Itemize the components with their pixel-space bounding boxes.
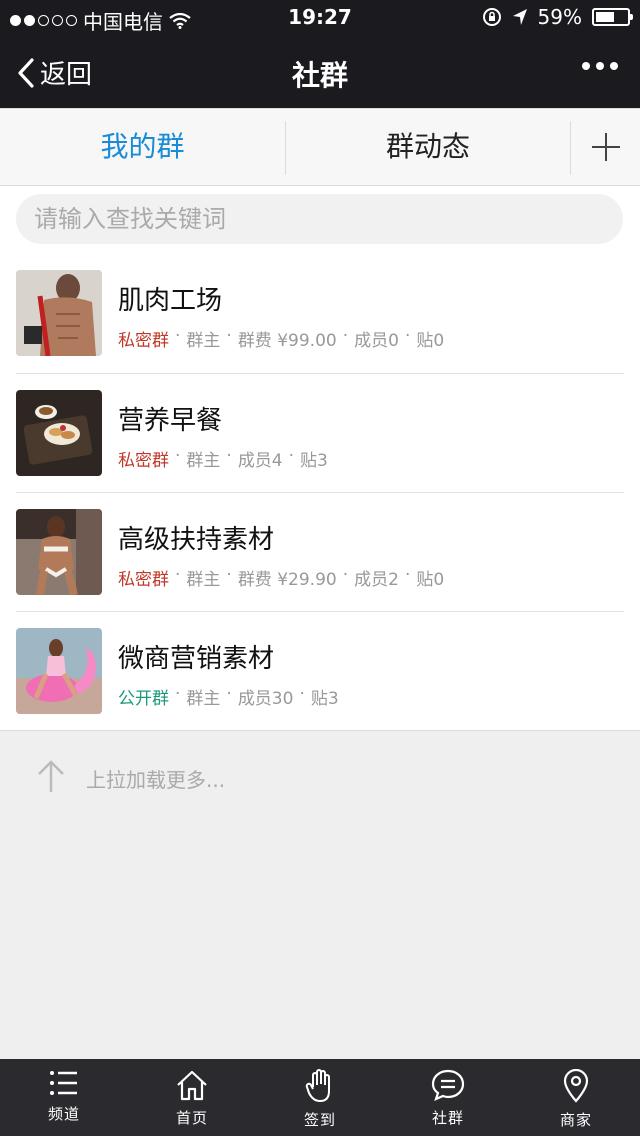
group-name: 肌肉工场 — [118, 286, 223, 316]
battery-percent: 59% — [537, 5, 582, 29]
group-owner-label: 群主 — [186, 331, 221, 351]
group-posts: 贴0 — [416, 570, 445, 590]
tab-group-activity[interactable]: 群动态 — [286, 109, 570, 185]
group-item[interactable]: 营养早餐 私密群 · 群主 · 成员4 · 贴3 — [16, 373, 624, 492]
group-members: 成员30 — [237, 689, 294, 709]
bottom-tab-label: 社群 — [431, 1109, 464, 1127]
status-bar: 中国电信 19:27 59% — [0, 0, 640, 36]
location-arrow-icon — [512, 9, 527, 25]
tab-my-groups[interactable]: 我的群 — [0, 109, 285, 185]
group-item[interactable]: 肌肉工场 私密群 · 群主 · 群费 ¥99.00 · 成员0 · 贴0 — [16, 254, 624, 373]
add-group-button[interactable] — [571, 109, 640, 185]
group-type-badge: 私密群 — [118, 570, 169, 590]
group-thumbnail — [16, 509, 102, 595]
orientation-lock-icon — [482, 8, 501, 26]
chat-icon — [431, 1069, 465, 1101]
segment-tabs: 我的群 群动态 — [0, 108, 640, 186]
group-owner-label: 群主 — [186, 570, 221, 590]
bottom-tab-home[interactable]: 首页 — [128, 1059, 256, 1136]
bottom-tab-label: 商家 — [559, 1111, 592, 1129]
load-more-text: 上拉加载更多... — [86, 768, 226, 792]
group-owner-label: 群主 — [186, 451, 221, 471]
search-input[interactable] — [16, 194, 623, 244]
group-meta: 私密群 · 群主 · 群费 ¥29.90 · 成员2 · 贴0 — [118, 565, 445, 590]
home-icon — [177, 1070, 207, 1101]
navigation-bar: 返回 社群 — [0, 36, 640, 108]
group-item[interactable]: 高级扶持素材 私密群 · 群主 · 群费 ¥29.90 · 成员2 · 贴0 — [16, 492, 624, 611]
bottom-tab-checkin[interactable]: 签到 — [256, 1059, 384, 1136]
group-name: 高级扶持素材 — [118, 525, 275, 555]
group-thumbnail — [16, 270, 102, 356]
group-owner-label: 群主 — [186, 689, 221, 709]
more-dot-icon — [610, 62, 618, 70]
top-bar: 中国电信 19:27 59% 返回 社群 — [0, 0, 640, 108]
group-meta: 公开群 · 群主 · 成员30 · 贴3 — [118, 684, 339, 709]
group-list: 肌肉工场 私密群 · 群主 · 群费 ¥99.00 · 成员0 · 贴0 营养早… — [0, 254, 640, 731]
group-type-badge: 私密群 — [118, 331, 169, 351]
list-icon — [50, 1071, 77, 1095]
battery-icon — [592, 8, 633, 26]
plus-icon — [591, 133, 620, 161]
more-dot-icon — [582, 62, 590, 70]
group-posts: 贴0 — [416, 331, 445, 351]
group-fee: 群费 ¥29.90 — [237, 570, 337, 590]
group-thumbnail — [16, 628, 102, 714]
bottom-tab-label: 签到 — [303, 1111, 336, 1129]
search-bar — [0, 186, 640, 254]
more-dot-icon — [596, 62, 604, 70]
bottom-tab-channel[interactable]: 频道 — [0, 1059, 128, 1136]
group-posts: 贴3 — [300, 451, 328, 471]
bottom-tab-community[interactable]: 社群 — [384, 1059, 512, 1136]
pull-to-load-more: 上拉加载更多... — [0, 732, 640, 822]
group-name: 营养早餐 — [118, 406, 223, 436]
bottom-tab-label: 首页 — [175, 1109, 208, 1127]
more-menu-button[interactable] — [582, 62, 618, 70]
group-members: 成员4 — [237, 451, 283, 471]
bottom-tab-merchant[interactable]: 商家 — [512, 1059, 640, 1136]
arrow-up-icon — [38, 760, 64, 792]
group-members: 成员0 — [354, 331, 399, 351]
bottom-tab-bar: 频道 首页 签到 社群 商家 — [0, 1059, 640, 1136]
location-pin-icon — [563, 1069, 589, 1103]
group-fee: 群费 ¥99.00 — [237, 331, 337, 351]
group-posts: 贴3 — [310, 689, 339, 709]
group-item[interactable]: 微商营销素材 公开群 · 群主 · 成员30 · 贴3 — [16, 611, 624, 730]
group-type-badge: 私密群 — [118, 451, 169, 471]
hand-icon — [305, 1069, 330, 1102]
group-name: 微商营销素材 — [118, 644, 275, 674]
group-meta: 私密群 · 群主 · 群费 ¥99.00 · 成员0 · 贴0 — [118, 326, 445, 351]
bottom-tab-label: 频道 — [47, 1105, 80, 1123]
group-type-badge: 公开群 — [118, 689, 169, 709]
page-title: 社群 — [291, 59, 348, 92]
group-thumbnail — [16, 390, 102, 476]
group-meta: 私密群 · 群主 · 成员4 · 贴3 — [118, 446, 328, 471]
group-members: 成员2 — [354, 570, 399, 590]
